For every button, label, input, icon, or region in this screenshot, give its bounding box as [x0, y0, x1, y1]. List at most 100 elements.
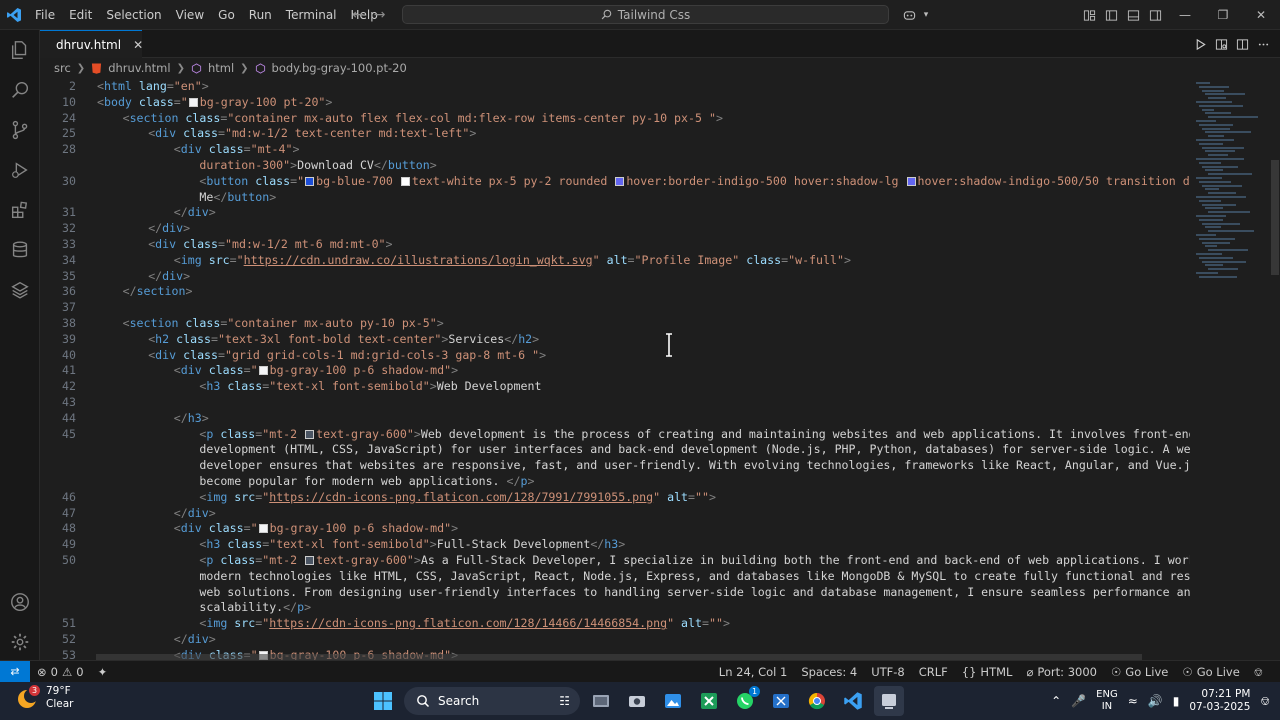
- code-line[interactable]: 42 <h3 class="text-xl font-semibold">Web …: [40, 378, 1190, 394]
- breadcrumb-element-body[interactable]: body.bg-gray-100.pt-20: [272, 61, 407, 75]
- tab-dhruv-html[interactable]: dhruv.html ✕: [40, 30, 143, 58]
- notification-center-icon[interactable]: ⎊: [1260, 694, 1270, 709]
- microphone-icon[interactable]: 🎤: [1071, 694, 1086, 708]
- toggle-secondary-sidebar-icon[interactable]: [1144, 0, 1166, 30]
- breadcrumb-file[interactable]: dhruv.html: [108, 61, 170, 75]
- code-line[interactable]: 46 <img src="https://cdn-icons-png.flatic…: [40, 489, 1190, 505]
- code-line[interactable]: 50 <p class="mt-2 text-gray-600">As a Ful…: [40, 552, 1190, 568]
- menu-terminal[interactable]: Terminal: [279, 0, 344, 30]
- whatsapp-app-icon[interactable]: 1: [730, 686, 760, 716]
- layers-icon[interactable]: [0, 270, 40, 310]
- excel-app-icon[interactable]: [694, 686, 724, 716]
- battery-icon[interactable]: ▮: [1173, 694, 1180, 708]
- menu-edit[interactable]: Edit: [62, 0, 99, 30]
- minimap[interactable]: [1190, 78, 1270, 660]
- code-line[interactable]: 34 <img src="https://cdn.undraw.co/illust…: [40, 252, 1190, 268]
- open-preview-icon[interactable]: [1215, 38, 1228, 51]
- code-line[interactable]: 49 <h3 class="text-xl font-semibold">Full…: [40, 536, 1190, 552]
- code-line[interactable]: Me</button>: [40, 189, 1190, 205]
- search-icon[interactable]: [0, 70, 40, 110]
- command-center-search[interactable]: Tailwind Css: [402, 5, 889, 24]
- scrollbar-thumb[interactable]: [1271, 160, 1279, 275]
- account-icon[interactable]: [0, 582, 40, 622]
- code-line[interactable]: scalability.</p>: [40, 599, 1190, 615]
- close-icon[interactable]: ✕: [1242, 0, 1280, 30]
- code-line[interactable]: 36 </section>: [40, 283, 1190, 299]
- remote-indicator-icon[interactable]: ⇄: [0, 660, 30, 683]
- color-swatch[interactable]: [400, 176, 410, 186]
- code-line[interactable]: 30 <button class=" bg-blue-700 text-white …: [40, 173, 1190, 189]
- code-line[interactable]: 10 <body class=" bg-gray-100 pt-20">: [40, 94, 1190, 110]
- extensions-icon[interactable]: [0, 190, 40, 230]
- code-line[interactable]: 28 <div class="mt-4">: [40, 141, 1190, 157]
- color-swatch[interactable]: [906, 176, 916, 186]
- code-line[interactable]: 25 <div class="md:w-1/2 text-center md:te…: [40, 125, 1190, 141]
- windows-start-icon[interactable]: [368, 686, 398, 716]
- color-swatch[interactable]: [305, 556, 315, 565]
- vscode-taskbar-icon[interactable]: [838, 686, 868, 716]
- code-line[interactable]: 47 </div>: [40, 505, 1190, 521]
- code-line[interactable]: 45 <p class="mt-2 text-gray-600">Web deve…: [40, 426, 1190, 442]
- cursor-position[interactable]: Ln 24, Col 1: [712, 665, 795, 679]
- menu-selection[interactable]: Selection: [99, 0, 168, 30]
- code-line[interactable]: 40 <div class="grid grid-cols-1 md:grid-c…: [40, 347, 1190, 363]
- end-of-line[interactable]: CRLF: [912, 665, 955, 679]
- camera-app-icon[interactable]: [622, 686, 652, 716]
- copilot-icon[interactable]: [898, 0, 920, 30]
- task-view-icon[interactable]: [586, 686, 616, 716]
- minimize-icon[interactable]: —: [1166, 0, 1204, 30]
- database-icon[interactable]: [0, 230, 40, 270]
- code-line[interactable]: 43: [40, 394, 1190, 410]
- split-editor-icon[interactable]: [1236, 38, 1249, 51]
- menu-view[interactable]: View: [169, 0, 211, 30]
- back-arrow-icon[interactable]: ←: [352, 7, 364, 23]
- taskbar-search[interactable]: Search ☷: [404, 687, 580, 715]
- code-line[interactable]: 37: [40, 299, 1190, 315]
- code-line[interactable]: 52 </div>: [40, 631, 1190, 647]
- customize-layout-icon[interactable]: [1078, 0, 1100, 30]
- code-line[interactable]: 24 <section class="container mx-auto flex…: [40, 110, 1190, 126]
- breadcrumb-folder[interactable]: src: [54, 61, 71, 75]
- toggle-primary-sidebar-icon[interactable]: [1100, 0, 1122, 30]
- snipping-tool-icon[interactable]: [766, 686, 796, 716]
- live-server-port[interactable]: ⌀ Port: 3000: [1019, 665, 1104, 679]
- code-line[interactable]: 48 <div class=" bg-gray-100 p-6 shadow-md"…: [40, 520, 1190, 536]
- volume-icon[interactable]: 🔊: [1148, 694, 1163, 708]
- indentation[interactable]: Spaces: 4: [794, 665, 864, 679]
- code-line[interactable]: development (HTML, CSS, JavaScript) for …: [40, 441, 1190, 457]
- code-line[interactable]: 44 </h3>: [40, 410, 1190, 426]
- code-editor[interactable]: 2 <html lang="en"> 10 <body class=" bg-gray-…: [40, 78, 1190, 660]
- code-line[interactable]: 41 <div class=" bg-gray-100 p-6 shadow-md"…: [40, 362, 1190, 378]
- color-swatch[interactable]: [615, 176, 625, 186]
- code-line[interactable]: 31 </div>: [40, 204, 1190, 220]
- code-line[interactable]: 32 </div>: [40, 220, 1190, 236]
- run-play-icon[interactable]: [1194, 38, 1207, 51]
- go-live-button-1[interactable]: ☉ Go Live: [1104, 665, 1175, 679]
- go-live-button-2[interactable]: ☉ Go Live: [1175, 665, 1246, 679]
- menu-run[interactable]: Run: [242, 0, 279, 30]
- vertical-scrollbar[interactable]: [1270, 78, 1280, 660]
- restore-icon[interactable]: ❐: [1204, 0, 1242, 30]
- color-swatch[interactable]: [305, 429, 315, 439]
- show-hidden-icons-icon[interactable]: ⌃: [1051, 694, 1061, 708]
- input-language[interactable]: ENG IN: [1096, 689, 1118, 713]
- color-swatch[interactable]: [258, 366, 268, 376]
- code-line[interactable]: 2 <html lang="en">: [40, 78, 1190, 94]
- ports-forward-icon[interactable]: ✦: [91, 665, 115, 679]
- chevron-down-icon[interactable]: ▾: [920, 0, 932, 30]
- color-swatch[interactable]: [305, 176, 315, 186]
- code-line[interactable]: become popular for modern web applicatio…: [40, 473, 1190, 489]
- source-control-icon[interactable]: [0, 110, 40, 150]
- code-line[interactable]: modern technologies like HTML, CSS, Java…: [40, 568, 1190, 584]
- run-debug-icon[interactable]: [0, 150, 40, 190]
- encoding[interactable]: UTF-8: [864, 665, 912, 679]
- explorer-icon[interactable]: [0, 30, 40, 70]
- manage-gear-icon[interactable]: [0, 622, 40, 662]
- notifications-bell-icon[interactable]: ⎊: [1247, 665, 1270, 680]
- forward-arrow-icon[interactable]: →: [374, 7, 386, 23]
- more-actions-icon[interactable]: [1257, 38, 1270, 51]
- wifi-icon[interactable]: ≈: [1128, 694, 1138, 708]
- code-line[interactable]: 51 <img src="https://cdn-icons-png.flatic…: [40, 615, 1190, 631]
- problems-indicator[interactable]: ⊗ 0 ⚠ 0: [30, 665, 91, 679]
- tab-close-icon[interactable]: ✕: [133, 38, 143, 52]
